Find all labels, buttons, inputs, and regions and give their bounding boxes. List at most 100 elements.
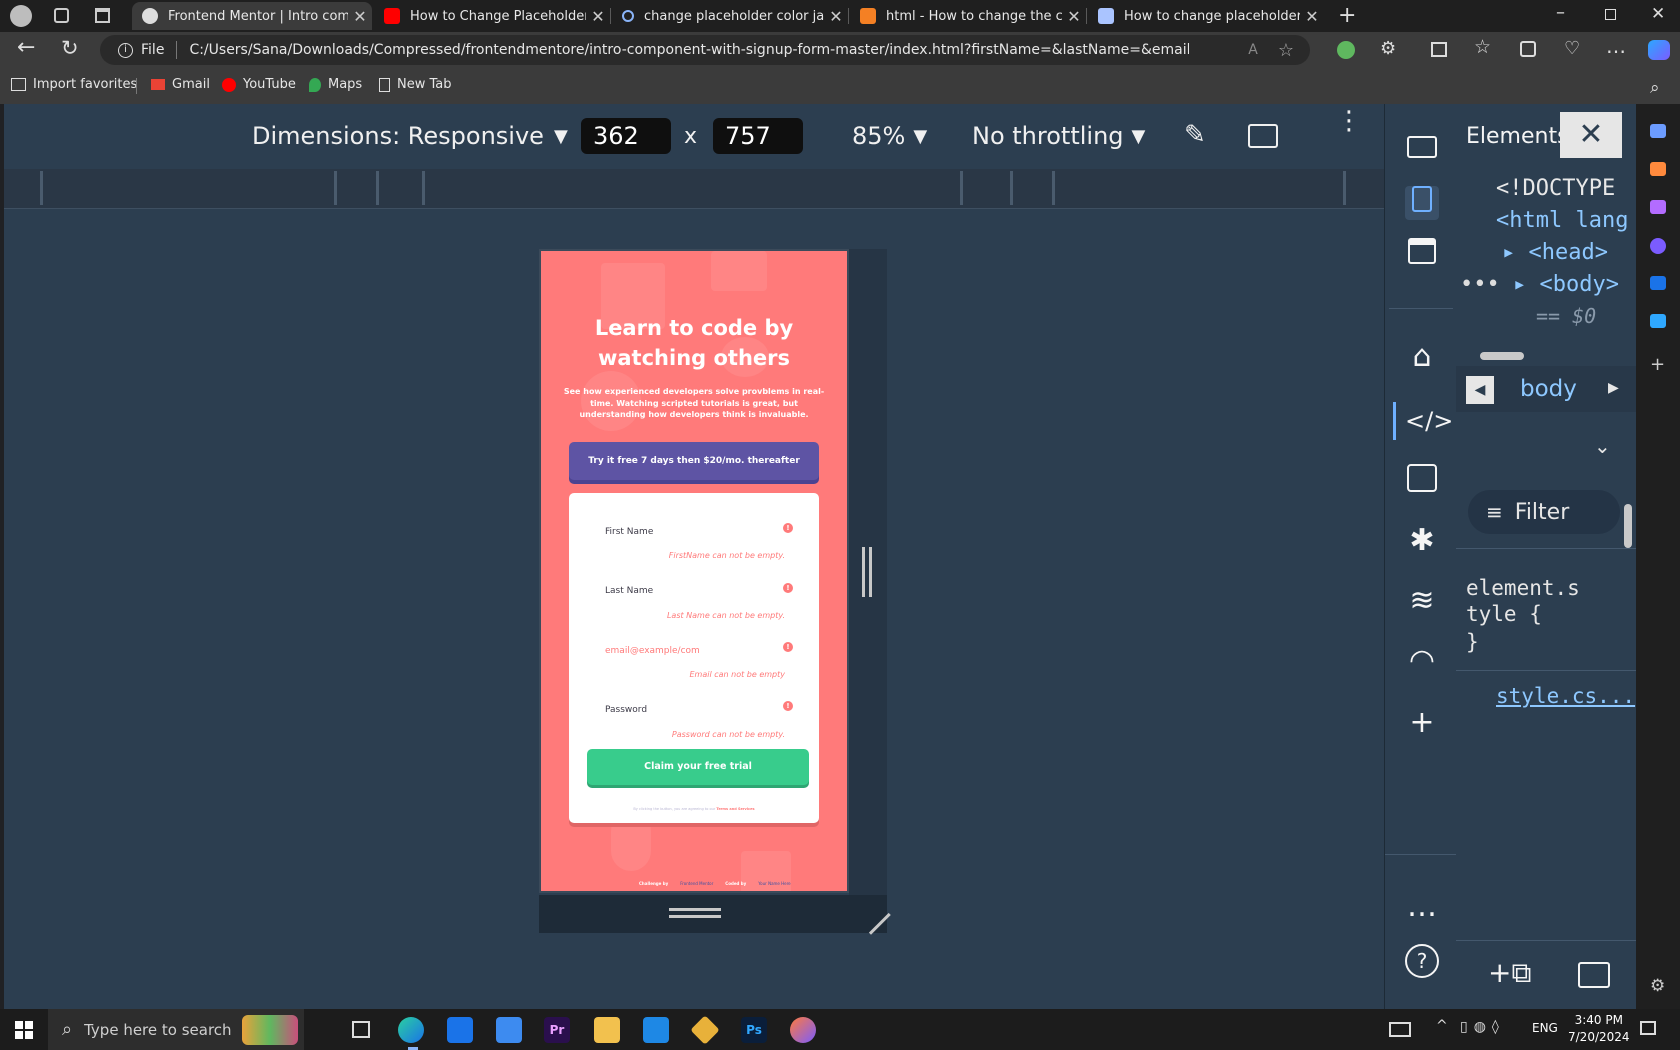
tab-search[interactable]: change placeholder color javascr ✕: [612, 2, 848, 30]
close-tab-icon[interactable]: ✕: [824, 7, 848, 26]
bookmark-new-tab[interactable]: New Tab: [379, 77, 452, 92]
bookmark-maps[interactable]: Maps: [309, 77, 362, 92]
premiere-taskbar-icon[interactable]: Pr: [544, 1017, 570, 1043]
close-tab-icon[interactable]: ✕: [1300, 7, 1324, 26]
eyedropper-icon[interactable]: ✎: [1184, 120, 1206, 150]
bookmark-gmail[interactable]: Gmail: [151, 77, 210, 92]
frontend-mentor-link[interactable]: Frontend Mentor: [680, 881, 713, 886]
sidebar-tools-icon[interactable]: [1650, 162, 1666, 176]
dom-doctype[interactable]: <!DOCTYPE: [1496, 176, 1615, 201]
more-tools-plus-icon[interactable]: +: [1405, 706, 1439, 740]
favorite-star-icon[interactable]: ☆: [1278, 40, 1294, 61]
mail-taskbar-icon[interactable]: [447, 1017, 473, 1043]
close-tab-icon[interactable]: ✕: [1062, 7, 1086, 26]
toggle-drawer-icon[interactable]: [1405, 238, 1439, 272]
styles-filter-input[interactable]: ≡ Filter: [1468, 490, 1620, 534]
tab-actions-icon[interactable]: [95, 8, 110, 23]
refresh-icon[interactable]: ↻: [61, 36, 79, 60]
task-view-icon[interactable]: [352, 1021, 370, 1038]
elements-code-icon[interactable]: </>: [1405, 404, 1453, 438]
resize-handle-icon[interactable]: [669, 908, 721, 918]
collections-icon[interactable]: [1520, 41, 1536, 57]
panel-title[interactable]: Elements: [1466, 124, 1569, 149]
workspaces-icon[interactable]: [54, 8, 69, 23]
sidebar-send-icon[interactable]: [1650, 314, 1666, 328]
stylesheet-link[interactable]: style.cs...: [1496, 684, 1635, 708]
tray-icons[interactable]: ▯◍◊: [1460, 1019, 1505, 1035]
close-tab-icon[interactable]: ✕: [348, 7, 372, 26]
file-explorer-taskbar-icon[interactable]: [594, 1017, 620, 1043]
dom-body[interactable]: ••• ▸ <body>: [1460, 272, 1619, 297]
favorites-icon[interactable]: ☆: [1474, 36, 1491, 58]
restore-icon[interactable]: [1605, 9, 1616, 20]
corner-resize-icon[interactable]: [851, 895, 891, 935]
email-input[interactable]: email@example/com: [605, 646, 700, 656]
first-name-input[interactable]: First Name: [605, 527, 653, 537]
back-icon[interactable]: ←: [17, 35, 35, 60]
drop-app-taskbar-icon[interactable]: [790, 1017, 816, 1043]
sidebar-outlook-icon[interactable]: [1650, 276, 1666, 290]
breadcrumb-next-icon[interactable]: ▶: [1608, 380, 1619, 396]
dock-icon[interactable]: [1578, 962, 1610, 988]
more-options-icon[interactable]: ⋮: [1336, 108, 1362, 134]
more-menu-icon[interactable]: …: [1606, 34, 1626, 58]
edge-taskbar-icon[interactable]: [398, 1017, 424, 1043]
viewport-resize-bottom[interactable]: [539, 895, 891, 935]
address-bar[interactable]: i File C:/Users/Sana/Downloads/Compresse…: [100, 35, 1310, 65]
dom-head[interactable]: ▸ <head>: [1502, 240, 1608, 265]
language-indicator[interactable]: ENG: [1532, 1021, 1558, 1035]
sidebar-settings-icon[interactable]: ⚙: [1650, 976, 1665, 996]
throttling-dropdown[interactable]: No throttling ▼: [972, 122, 1145, 150]
performance-gauge-icon[interactable]: ◠: [1405, 644, 1439, 678]
news-widget-icon[interactable]: [1389, 1022, 1411, 1037]
git-taskbar-icon[interactable]: [690, 1015, 720, 1045]
breadcrumb-prev-icon[interactable]: ◀: [1466, 376, 1494, 404]
split-screen-icon[interactable]: [1431, 42, 1447, 57]
profile-icon[interactable]: [10, 5, 32, 27]
bookmark-import-favorites[interactable]: Import favorites: [11, 77, 137, 92]
sidebar-copilot-icon[interactable]: [1650, 238, 1666, 254]
tab-placeholder-text[interactable]: How to change placeholder text ✕: [1088, 2, 1324, 30]
zoom-dropdown[interactable]: 85% ▼: [852, 122, 927, 150]
copilot-icon[interactable]: [1648, 40, 1670, 60]
bookmark-youtube[interactable]: YouTube: [222, 77, 296, 92]
tray-chevron-icon[interactable]: ^: [1436, 1018, 1448, 1034]
dom-html[interactable]: <html lang: [1496, 208, 1628, 233]
viewport-resize-side[interactable]: [849, 249, 887, 895]
new-tab-icon[interactable]: +: [1338, 3, 1356, 28]
minimize-icon[interactable]: –: [1556, 2, 1565, 23]
browser-essentials-icon[interactable]: ♡: [1564, 38, 1580, 59]
device-emulation-icon[interactable]: [1405, 186, 1439, 220]
media-query-bar[interactable]: [4, 169, 1384, 209]
extension-icon[interactable]: [1337, 41, 1355, 59]
start-windows-icon[interactable]: [15, 1021, 33, 1039]
vertical-scrollbar[interactable]: [1624, 504, 1632, 548]
last-name-input[interactable]: Last Name: [605, 586, 653, 596]
claim-trial-button[interactable]: Claim your free trial: [587, 749, 809, 785]
console-icon[interactable]: [1405, 464, 1439, 498]
taskbar-search-input[interactable]: ⌕ Type here to search: [48, 1009, 304, 1050]
sidebar-add-icon[interactable]: +: [1650, 354, 1665, 375]
password-input[interactable]: Password: [605, 705, 647, 715]
sidebar-search-icon[interactable]: ⌕: [1650, 78, 1660, 98]
author-link[interactable]: Your Name Here: [758, 881, 790, 886]
height-input[interactable]: 757: [713, 118, 803, 154]
tab-youtube[interactable]: How to Change Placeholder Colo ✕: [374, 2, 610, 30]
close-window-icon[interactable]: ✕: [1651, 4, 1665, 24]
tab-stackoverflow[interactable]: html - How to change the colour ✕: [850, 2, 1086, 30]
breadcrumb-body[interactable]: body: [1520, 376, 1577, 402]
store-taskbar-icon[interactable]: [496, 1017, 522, 1043]
sidebar-games-icon[interactable]: [1650, 200, 1666, 214]
dimensions-dropdown[interactable]: Dimensions: Responsive ▼: [252, 122, 568, 150]
network-wifi-icon[interactable]: ≋: [1405, 584, 1439, 618]
styles-collapse-icon[interactable]: ⌄: [1594, 434, 1611, 458]
sidebar-tag-icon[interactable]: [1650, 124, 1666, 138]
read-aloud-icon[interactable]: A: [1248, 42, 1258, 58]
more-tools-icon[interactable]: …: [1405, 890, 1439, 924]
info-icon[interactable]: i: [118, 42, 133, 58]
close-tab-icon[interactable]: ✕: [586, 7, 610, 26]
extensions-puzzle-icon[interactable]: ⚙: [1380, 38, 1396, 59]
close-devtools-icon[interactable]: ✕: [1560, 112, 1622, 158]
rotate-icon[interactable]: [1248, 124, 1278, 148]
url-text[interactable]: C:/Users/Sana/Downloads/Compressed/front…: [189, 42, 1189, 58]
